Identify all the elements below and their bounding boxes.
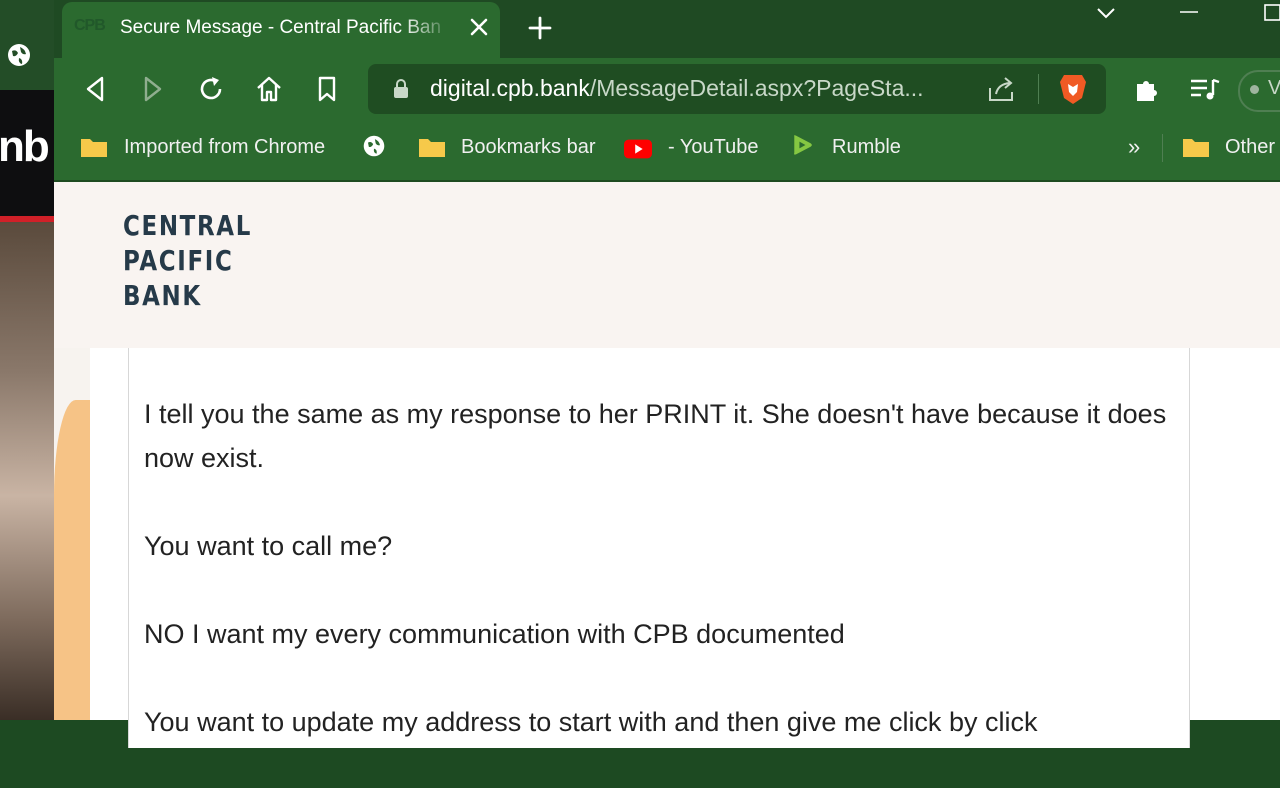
profile-initial: V <box>1268 77 1280 99</box>
share-icon[interactable] <box>986 74 1018 104</box>
folder-icon[interactable] <box>1182 135 1210 159</box>
bookmark-rumble[interactable]: Rumble <box>832 136 901 159</box>
message-paragraph: You want to call me? <box>144 531 393 561</box>
bookmark-imported-from-chrome[interactable]: Imported from Chrome <box>124 136 325 159</box>
address-text[interactable]: digital.cpb.bank/MessageDetail.aspx?Page… <box>430 75 970 102</box>
url-host: digital.cpb.bank <box>430 75 590 101</box>
address-bar-divider <box>1038 74 1039 104</box>
bookmark-bookmarks-bar[interactable]: Bookmarks bar <box>461 136 596 159</box>
bookmark-icon[interactable] <box>312 74 342 104</box>
message-paragraph: I tell you the same as my response to he… <box>144 399 1167 473</box>
forward-icon[interactable] <box>138 74 168 104</box>
message-paragraph: You want to update my address to start w… <box>144 707 1038 737</box>
close-icon[interactable] <box>466 14 492 40</box>
brave-shield-icon[interactable] <box>1058 72 1088 106</box>
logo-line: CENTRAL <box>123 209 252 242</box>
new-tab-icon[interactable] <box>526 14 554 42</box>
lock-icon[interactable] <box>392 78 410 100</box>
chevron-down-icon[interactable] <box>1094 4 1118 22</box>
logo-line: PACIFIC <box>123 244 234 277</box>
back-icon[interactable] <box>80 74 110 104</box>
extensions-icon[interactable] <box>1132 74 1162 104</box>
decorative-accent <box>54 400 90 720</box>
bookmark-youtube[interactable]: - YouTube <box>668 136 758 159</box>
minimize-icon[interactable] <box>1178 4 1200 20</box>
bank-logo[interactable]: CENTRAL PACIFIC BANK <box>123 208 252 313</box>
tab-title: Secure Message - Central Pacific Ban <box>120 17 442 38</box>
folder-icon[interactable] <box>418 135 446 159</box>
tab-favicon: CPB <box>74 17 106 34</box>
globe-icon[interactable] <box>360 134 388 158</box>
maximize-icon[interactable] <box>1262 2 1280 22</box>
youtube-icon[interactable] <box>624 137 652 161</box>
profile-status-dot <box>1250 85 1259 94</box>
media-playlist-icon[interactable] <box>1188 74 1222 104</box>
folder-icon[interactable] <box>80 135 108 159</box>
home-icon[interactable] <box>254 74 284 104</box>
rumble-icon[interactable] <box>788 133 816 157</box>
bookmark-other[interactable]: Other <box>1225 136 1275 159</box>
bookmarks-divider <box>1162 134 1163 162</box>
message-paragraph: NO I want my every communication with CP… <box>144 619 845 649</box>
message-body: I tell you the same as my response to he… <box>144 392 1184 788</box>
globe-icon <box>8 44 30 66</box>
reload-icon[interactable] <box>196 74 226 104</box>
logo-line: BANK <box>123 279 202 312</box>
background-window-photo <box>0 222 54 720</box>
bookmarks-overflow-button[interactable]: » <box>1128 134 1140 160</box>
url-path: /MessageDetail.aspx?PageSta... <box>589 75 924 101</box>
background-window-text: nb <box>0 122 50 171</box>
